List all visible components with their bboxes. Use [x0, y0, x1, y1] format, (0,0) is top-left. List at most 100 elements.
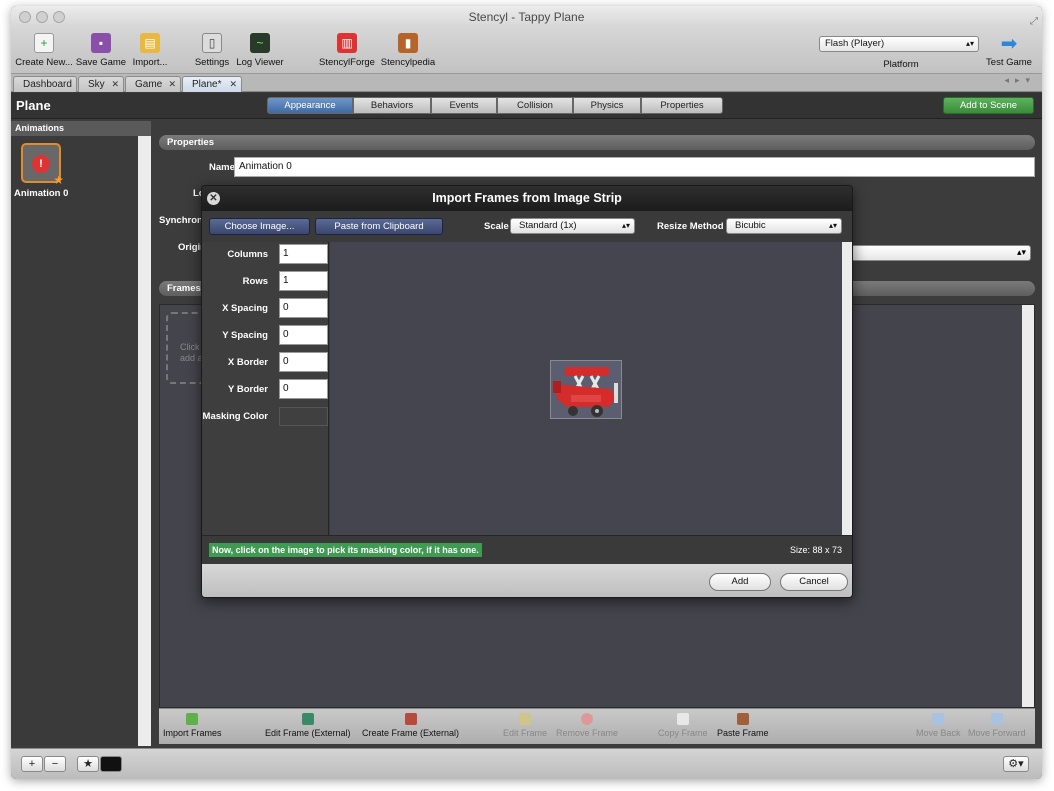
- save-game-button[interactable]: ▪ Save Game: [75, 31, 127, 68]
- resize-method-label: Resize Method: [657, 221, 724, 232]
- arrow-right-icon: [990, 713, 1003, 725]
- import-frames-icon: [186, 713, 199, 725]
- paste-from-clipboard-button[interactable]: Paste from Clipboard: [315, 218, 443, 235]
- import-button[interactable]: ▤ Import...: [128, 31, 172, 68]
- y-border-field[interactable]: 0: [279, 379, 328, 399]
- masking-color-swatch[interactable]: [279, 407, 328, 426]
- edit-frame-button[interactable]: Edit Frame: [503, 713, 547, 738]
- import-icon: ▤: [140, 33, 160, 53]
- star-button[interactable]: ★: [77, 756, 99, 772]
- brush-icon: [301, 713, 314, 725]
- plane-icon: [553, 367, 618, 417]
- animation-label[interactable]: Animation 0: [14, 188, 68, 199]
- zoom-window-button[interactable]: [53, 11, 65, 23]
- background-color-button[interactable]: [100, 756, 122, 772]
- preview-scrollbar[interactable]: [842, 242, 852, 535]
- main-toolbar: + Create New... ▪ Save Game ▤ Import... …: [11, 28, 1042, 74]
- edit-icon: [519, 713, 531, 725]
- dialog-title: ✕ Import Frames from Image Strip: [202, 186, 852, 211]
- stencylforge-button[interactable]: ▥ StencylForge: [318, 31, 376, 68]
- copy-icon: [676, 713, 689, 725]
- tab-dashboard[interactable]: Dashboard: [13, 76, 77, 92]
- origin-select[interactable]: ▴▾: [851, 245, 1031, 261]
- plane-sprite-image[interactable]: [550, 360, 622, 419]
- star-icon: ★: [53, 173, 64, 187]
- gear-menu-button[interactable]: ⚙▾: [1003, 756, 1029, 772]
- tab-physics[interactable]: Physics: [573, 97, 641, 114]
- dialog-footer: Add Cancel: [202, 564, 852, 597]
- y-spacing-field[interactable]: 0: [279, 325, 328, 345]
- copy-frame-button[interactable]: Copy Frame: [658, 713, 708, 738]
- x-border-label: X Border: [227, 357, 268, 368]
- close-window-button[interactable]: [19, 11, 31, 23]
- test-game-button[interactable]: ➡ Test Game: [979, 31, 1039, 69]
- create-new-button[interactable]: + Create New...: [15, 31, 73, 68]
- book-icon: ▮: [398, 33, 418, 53]
- animation-thumbnail[interactable]: ! ★: [21, 143, 64, 187]
- properties-section-heading: Properties: [159, 135, 1035, 150]
- image-preview[interactable]: [330, 242, 842, 535]
- close-icon[interactable]: ✕: [207, 192, 220, 205]
- floppy-icon: ▪: [91, 33, 111, 53]
- settings-icon: ▯: [202, 33, 222, 53]
- tab-navigation[interactable]: ◂▸▾: [1004, 75, 1036, 86]
- tab-appearance[interactable]: Appearance: [267, 97, 353, 114]
- clipboard-icon: [736, 713, 749, 725]
- add-to-scene-button[interactable]: Add to Scene: [943, 97, 1034, 114]
- select-arrows-icon: ▴▾: [965, 39, 974, 48]
- tab-sky[interactable]: Sky ✕: [78, 76, 124, 92]
- cancel-button[interactable]: Cancel: [780, 573, 848, 591]
- status-row: Now, click on the image to pick its mask…: [202, 535, 852, 563]
- add-animation-button[interactable]: +: [21, 756, 43, 772]
- add-button[interactable]: Add: [709, 573, 771, 591]
- tab-plane[interactable]: Plane* ✕: [182, 76, 242, 92]
- import-frames-button[interactable]: Import Frames: [163, 713, 222, 738]
- tab-behaviors[interactable]: Behaviors: [353, 97, 431, 114]
- paste-frame-button[interactable]: Paste Frame: [717, 713, 769, 738]
- title-bar: Stencyl - Tappy Plane ⤢: [11, 6, 1042, 28]
- import-frames-dialog: ✕ Import Frames from Image Strip Choose …: [201, 185, 853, 598]
- scale-select[interactable]: Standard (1x) ▴▾: [510, 218, 635, 234]
- settings-button[interactable]: ▯ Settings: [191, 31, 233, 68]
- minimize-window-button[interactable]: [36, 11, 48, 23]
- resource-header: Plane Appearance Behaviors Events Collis…: [11, 93, 1042, 119]
- move-forward-button[interactable]: Move Forward: [968, 713, 1026, 738]
- resize-method-select[interactable]: Bicubic ▴▾: [726, 218, 842, 234]
- x-spacing-label: X Spacing: [222, 303, 268, 314]
- rows-field[interactable]: 1: [279, 271, 328, 291]
- close-tab-icon[interactable]: ✕: [168, 77, 176, 92]
- platform-select[interactable]: Flash (Player) ▴▾: [819, 36, 979, 52]
- frame-dropzone[interactable]: Click add a: [166, 312, 206, 384]
- remove-frame-button[interactable]: Remove Frame: [556, 713, 618, 738]
- log-icon: ~: [250, 33, 270, 53]
- columns-field[interactable]: 1: [279, 244, 328, 264]
- arrow-right-icon: ➡: [1000, 32, 1018, 55]
- frames-scrollbar[interactable]: [1022, 305, 1034, 707]
- strip-settings-panel: Columns 1 Rows 1 X Spacing 0 Y Spacing 0…: [202, 242, 329, 535]
- create-frame-external-button[interactable]: Create Frame (External): [362, 713, 459, 738]
- scale-label: Scale: [484, 221, 509, 232]
- choose-image-button[interactable]: Choose Image...: [209, 218, 310, 235]
- tab-game[interactable]: Game ✕: [125, 76, 181, 92]
- edit-frame-external-button[interactable]: Edit Frame (External): [265, 713, 351, 738]
- log-viewer-button[interactable]: ~ Log Viewer: [235, 31, 285, 68]
- select-arrows-icon: ▴▾: [1016, 247, 1026, 257]
- tab-collision[interactable]: Collision: [497, 97, 573, 114]
- stencylpedia-button[interactable]: ▮ Stencylpedia: [379, 31, 437, 68]
- x-spacing-field[interactable]: 0: [279, 298, 328, 318]
- page-title: Plane: [16, 98, 51, 113]
- bottom-bar: + − ★ ⚙▾: [11, 748, 1042, 779]
- x-border-field[interactable]: 0: [279, 352, 328, 372]
- remove-animation-button[interactable]: −: [44, 756, 66, 772]
- name-field[interactable]: Animation 0: [234, 157, 1035, 177]
- move-back-button[interactable]: Move Back: [916, 713, 961, 738]
- animations-scrollbar[interactable]: [138, 136, 151, 746]
- document-tabs: Dashboard Sky ✕ Game ✕ Plane* ✕ ◂▸▾: [11, 74, 1042, 92]
- select-arrows-icon: ▴▾: [828, 221, 837, 230]
- close-tab-icon[interactable]: ✕: [111, 77, 119, 92]
- y-border-label: Y Border: [228, 384, 268, 395]
- tab-events[interactable]: Events: [431, 97, 497, 114]
- animations-heading: Animations: [11, 121, 151, 136]
- close-tab-icon[interactable]: ✕: [229, 77, 237, 92]
- tab-properties[interactable]: Properties: [641, 97, 723, 114]
